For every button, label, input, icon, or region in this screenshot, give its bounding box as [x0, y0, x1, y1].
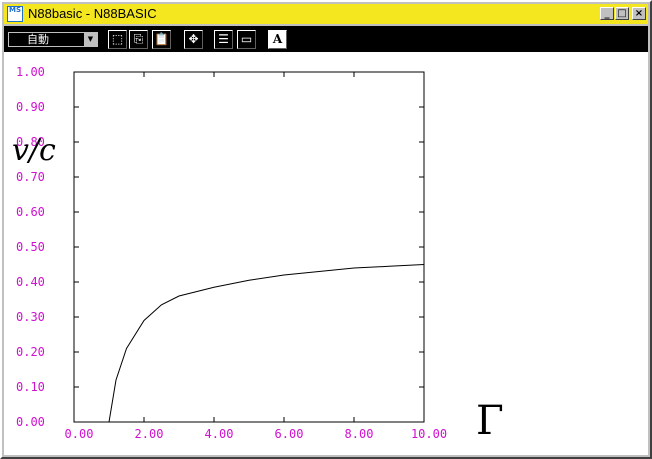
y-tick-label: 0.00 — [16, 415, 45, 429]
y-tick-label: 0.50 — [16, 240, 45, 254]
x-tick-label: 6.00 — [275, 427, 304, 441]
chart: 0.000.100.200.300.400.500.600.700.800.90… — [12, 65, 504, 444]
series-line — [108, 264, 425, 423]
x-tick-label: 10.00 — [411, 427, 447, 441]
plot-frame — [73, 71, 425, 423]
font-icon[interactable]: A — [268, 30, 287, 49]
y-axis-label: v/c — [12, 133, 56, 168]
y-tick-label: 0.90 — [16, 100, 45, 114]
copy-icon[interactable]: ⎘ — [129, 30, 148, 49]
y-tick-labels: 0.000.100.200.300.400.500.600.700.800.90… — [16, 65, 45, 429]
mode-select-value: 自動 — [27, 33, 49, 46]
tick-marks — [73, 71, 425, 423]
chevron-down-icon[interactable]: ▼ — [84, 33, 97, 46]
window-title: N88basic - N88BASIC — [28, 6, 157, 21]
y-tick-label: 0.70 — [16, 170, 45, 184]
paste-icon[interactable]: 📋 — [152, 30, 171, 49]
y-tick-label: 0.60 — [16, 205, 45, 219]
window-icon[interactable]: ▭ — [237, 30, 256, 49]
x-tick-label: 8.00 — [345, 427, 374, 441]
x-tick-label: 4.00 — [205, 427, 234, 441]
app-icon[interactable]: MS — [7, 6, 23, 22]
y-tick-label: 0.40 — [16, 275, 45, 289]
x-tick-label: 2.00 — [135, 427, 164, 441]
x-tick-labels: 0.00 2.00 4.00 6.00 8.00 10.00 — [65, 427, 448, 441]
maximize-button[interactable]: □ — [615, 7, 629, 20]
close-button[interactable]: × — [632, 7, 646, 20]
x-tick-label: 0.00 — [65, 427, 94, 441]
select-icon[interactable]: ⬚ — [108, 30, 127, 49]
app-window: MS N88basic - N88BASIC _ □ × 自動 ▼ ⬚ ⎘ 📋 … — [0, 0, 652, 459]
y-tick-label: 0.20 — [16, 345, 45, 359]
x-axis-label: Γ — [476, 398, 504, 444]
y-tick-label: 0.10 — [16, 380, 45, 394]
y-tick-label: 0.30 — [16, 310, 45, 324]
minimize-button[interactable]: _ — [600, 7, 614, 20]
properties-icon[interactable]: ☰ — [214, 30, 233, 49]
fit-icon[interactable]: ✥ — [184, 30, 203, 49]
title-bar[interactable]: MS N88basic - N88BASIC _ □ × — [4, 4, 648, 24]
mode-select[interactable]: 自動 ▼ — [8, 32, 98, 47]
toolbar: 自動 ▼ ⬚ ⎘ 📋 ✥ ☰ ▭ A — [4, 26, 648, 52]
y-tick-label: 1.00 — [16, 65, 45, 79]
graphics-canvas: 0.00 0.10 0.20 0.30 0.40 0.50 0.60 0.70 0.80 0.90… — [4, 52, 648, 455]
